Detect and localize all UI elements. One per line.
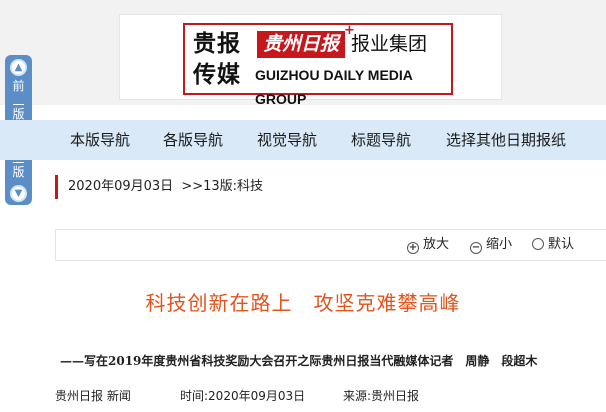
logo-masthead: 贵州日报 <box>257 31 345 58</box>
article-time: 时间:2020年09月03日 <box>180 389 306 403</box>
logo-english-name: GUIZHOU DAILY MEDIA GROUP <box>255 67 413 107</box>
nav-visual[interactable]: 视觉导航 <box>257 120 317 160</box>
logo-group-name: 报业集团 <box>351 33 428 55</box>
radio-circle-icon <box>532 238 544 250</box>
prev-char-1: 前 <box>12 79 25 93</box>
enlarge-label: 放大 <box>423 237 450 252</box>
article-origin: 来源:贵州日报 <box>343 389 420 403</box>
default-size-button[interactable]: 默认 <box>532 230 574 260</box>
nav-titles[interactable]: 标题导航 <box>351 120 411 160</box>
enlarge-button[interactable]: + 放大 <box>407 230 449 260</box>
breadcrumb-section[interactable]: >>13版:科技 <box>181 179 263 194</box>
article-source-label: 贵州日报 新闻 <box>55 389 131 403</box>
logo-banner: 贵报 传媒 贵州日报 + 报业集团 GUIZHOU DAILY MEDIA GR… <box>119 14 502 107</box>
nav-all-pages[interactable]: 各版导航 <box>163 120 223 160</box>
next-char-3: 版 <box>12 165 25 179</box>
shrink-label: 缩小 <box>486 237 513 252</box>
nav-this-page[interactable]: 本版导航 <box>70 120 130 160</box>
plus-circle-icon: + <box>407 242 419 254</box>
minus-circle-icon: − <box>470 242 482 254</box>
breadcrumb-date[interactable]: 2020年09月03日 <box>68 179 173 194</box>
breadcrumb: 2020年09月03日 >>13版:科技 <box>55 175 606 199</box>
logo-main-text: 贵报 传媒 <box>193 30 241 88</box>
article-subtitle: ——写在2019年度贵州省科技奖励大会召开之际贵州日报当代融媒体记者 周静 段超… <box>60 354 538 368</box>
up-arrow-icon[interactable]: ▲ <box>10 59 27 76</box>
navigation-bar: 本版导航 各版导航 视觉导航 标题导航 选择其他日期报纸 <box>0 120 606 160</box>
nav-other-dates[interactable]: 选择其他日期报纸 <box>446 120 566 160</box>
shrink-button[interactable]: − 缩小 <box>470 230 512 260</box>
article-title: 科技创新在路上 攻坚克难攀高峰 <box>145 291 461 315</box>
down-arrow-icon[interactable]: ▼ <box>10 185 27 202</box>
font-size-toolbar: + 放大 − 缩小 默认 <box>55 229 606 261</box>
default-label: 默认 <box>548 237 575 252</box>
logo[interactable]: 贵报 传媒 贵州日报 + 报业集团 GUIZHOU DAILY MEDIA GR… <box>183 23 453 107</box>
